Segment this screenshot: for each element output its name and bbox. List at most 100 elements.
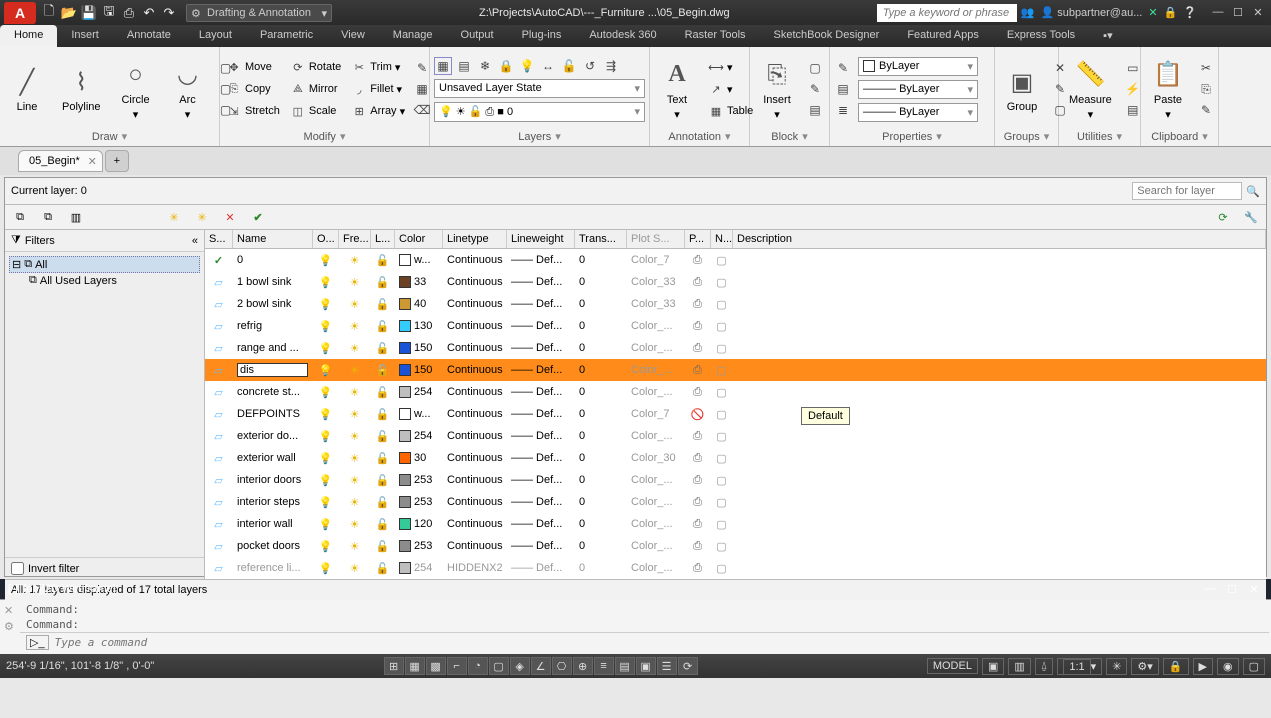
layer-row[interactable]: ▱exterior do...💡☀🔓254Continuous—— Def...… [205, 425, 1266, 447]
saveas-icon[interactable]: 🖫 [100, 4, 118, 22]
line-button[interactable]: ╱Line [4, 63, 50, 115]
layer-freeze-icon[interactable]: ❄ [476, 57, 494, 75]
tab-layout[interactable]: Layout [185, 25, 246, 47]
panel-title-modify[interactable]: Modify [224, 129, 425, 144]
qselect-icon[interactable]: ⚡ [1124, 80, 1142, 98]
layer-prev-icon[interactable]: ↺ [581, 57, 599, 75]
redo-icon[interactable]: ↷ [160, 4, 178, 22]
new-icon[interactable]: 🗋 [40, 4, 58, 22]
scale-button[interactable]: ◫Scale [288, 102, 343, 120]
tab-view[interactable]: View [327, 25, 379, 47]
otrack-icon[interactable]: ∠ [531, 657, 551, 675]
tab-sketchbook-designer[interactable]: SketchBook Designer [760, 25, 894, 47]
exchange-icon[interactable]: ✕ [1148, 6, 1157, 19]
collapse-filters-icon[interactable]: « [192, 235, 198, 247]
layer-row[interactable]: ▱1 bowl sink💡☀🔓33Continuous—— Def...0Col… [205, 271, 1266, 293]
workspace-combo[interactable]: Drafting & Annotation [186, 4, 332, 22]
new-layer-icon[interactable]: ✳ [165, 208, 183, 226]
help-icon[interactable]: ❔ [1183, 6, 1197, 19]
erase-icon[interactable]: ⌫ [413, 101, 431, 119]
close-icon[interactable]: ✕ [1249, 6, 1267, 19]
clean-screen-icon[interactable]: ▢ [1243, 658, 1265, 675]
settings-icon[interactable]: 🔧 [1242, 208, 1260, 226]
layer-row[interactable]: ▱DEFPOINTS💡☀🔓w...Continuous—— Def...0Col… [205, 403, 1266, 425]
close-tab-icon[interactable]: ✕ [88, 155, 97, 168]
col-header[interactable]: L... [371, 230, 395, 248]
col-header[interactable]: N... [711, 230, 733, 248]
panel-title-draw[interactable]: Draw [4, 129, 215, 144]
list-icon[interactable]: ≣ [834, 101, 852, 119]
offset-icon[interactable]: ▦ [413, 80, 431, 98]
minimize-icon[interactable]: — [1209, 6, 1227, 19]
match-icon[interactable]: ✎ [1197, 101, 1215, 119]
col-header[interactable]: Linetype [443, 230, 507, 248]
search-icon[interactable]: 🔍 [1246, 185, 1260, 198]
trim-button[interactable]: ✂Trim ▾ [349, 58, 407, 76]
layer-iso-icon[interactable]: ▤ [455, 57, 473, 75]
command-input[interactable] [55, 636, 1263, 649]
cut-icon[interactable]: ✂ [1197, 59, 1215, 77]
tab-parametric[interactable]: Parametric [246, 25, 327, 47]
col-header[interactable]: Color [395, 230, 443, 248]
layer-row[interactable]: ▱exterior wall💡☀🔓30Continuous—— Def...0C… [205, 447, 1266, 469]
group-button[interactable]: ▣Group [999, 63, 1045, 115]
circle-button[interactable]: ○Circle▾ [113, 56, 159, 123]
grid-icon[interactable]: ▩ [426, 657, 446, 675]
dim-linear-icon[interactable]: ⟷▾ [706, 58, 755, 76]
lwt-icon[interactable]: ≡ [594, 657, 614, 675]
new-group-filter-icon[interactable]: ⧉ [39, 208, 57, 226]
col-header[interactable]: Name [233, 230, 313, 248]
layout-nav-icon[interactable]: ▣ [982, 658, 1004, 675]
file-tab[interactable]: 05_Begin*✕ [18, 150, 103, 172]
dyn-icon[interactable]: ⊕ [573, 657, 593, 675]
open-icon[interactable]: 📂 [60, 4, 78, 22]
lock-ui-icon[interactable]: 🔒 [1163, 658, 1189, 675]
set-current-icon[interactable]: ✔ [249, 208, 267, 226]
layer-walk-icon[interactable]: ⇶ [602, 57, 620, 75]
anno-scale-icon[interactable]: ⍙ [1035, 658, 1054, 675]
snap-icon[interactable]: ▦ [405, 657, 425, 675]
col-header[interactable]: Plot S... [627, 230, 685, 248]
layer-row[interactable]: ▱interior wall💡☀🔓120Continuous—— Def...0… [205, 513, 1266, 535]
hw-accel-icon[interactable]: ▶ [1193, 658, 1213, 675]
layer-row[interactable]: ▱range and ...💡☀🔓150Continuous—— Def...0… [205, 337, 1266, 359]
layer-row[interactable]: ▱💡☀🔓150Continuous—— Def...0Color_...⎙▢ [205, 359, 1266, 381]
tree-used-layers[interactable]: ⧉All Used Layers [9, 273, 200, 288]
layer-row[interactable]: ▱interior doors💡☀🔓253Continuous—— Def...… [205, 469, 1266, 491]
col-header[interactable]: Description [733, 230, 1266, 248]
insert-button[interactable]: ⎘Insert▾ [754, 56, 800, 123]
paste-button[interactable]: 📋Paste▾ [1145, 56, 1191, 123]
stretch-button[interactable]: ⇲Stretch [224, 102, 282, 120]
tab-home[interactable]: Home [0, 25, 57, 47]
infer-icon[interactable]: ⊞ [384, 657, 404, 675]
lw-combo[interactable]: ——— ByLayer [858, 80, 978, 99]
col-header[interactable]: Trans... [575, 230, 627, 248]
layer-name-edit[interactable] [237, 363, 308, 377]
panel-title-block[interactable]: Block [754, 129, 825, 144]
layer-prop-icon[interactable]: ▦ [434, 57, 452, 75]
save-icon[interactable]: 💾 [80, 4, 98, 22]
layer-row[interactable]: ▱pocket doors💡☀🔓253Continuous—— Def...0C… [205, 535, 1266, 557]
measure-button[interactable]: 📏Measure▾ [1063, 56, 1118, 123]
leader-icon[interactable]: ↗▾ [706, 80, 755, 98]
polar-icon[interactable]: ◔ [468, 657, 488, 675]
panel-title-utilities[interactable]: Utilities [1063, 129, 1136, 144]
tpy-icon[interactable]: ▤ [615, 657, 635, 675]
undo-icon[interactable]: ↶ [140, 4, 158, 22]
app-logo[interactable]: A [4, 2, 36, 24]
explode-icon[interactable]: ✎ [413, 59, 431, 77]
color-combo[interactable]: ByLayer [858, 57, 978, 76]
copy-clip-icon[interactable]: ⎘ [1197, 80, 1215, 98]
tab-plug-ins[interactable]: Plug-ins [508, 25, 576, 47]
layer-row[interactable]: ▱2 bowl sink💡☀🔓40Continuous—— Def...0Col… [205, 293, 1266, 315]
model-button[interactable]: MODEL [927, 658, 978, 674]
lt-combo[interactable]: ——— ByLayer [858, 103, 978, 122]
scale-combo[interactable]: 1:1▾ [1057, 658, 1102, 675]
user-button[interactable]: 👤 subpartner@au... [1040, 6, 1142, 19]
tab-autodesk-360[interactable]: Autodesk 360 [575, 25, 670, 47]
anno-vis-icon[interactable]: ✳ [1106, 658, 1127, 675]
layer-search-input[interactable] [1132, 182, 1242, 200]
copy-button[interactable]: ⎘Copy [224, 80, 282, 98]
tree-all[interactable]: ⊟⧉All [9, 256, 200, 273]
sc-icon[interactable]: ☰ [657, 657, 677, 675]
